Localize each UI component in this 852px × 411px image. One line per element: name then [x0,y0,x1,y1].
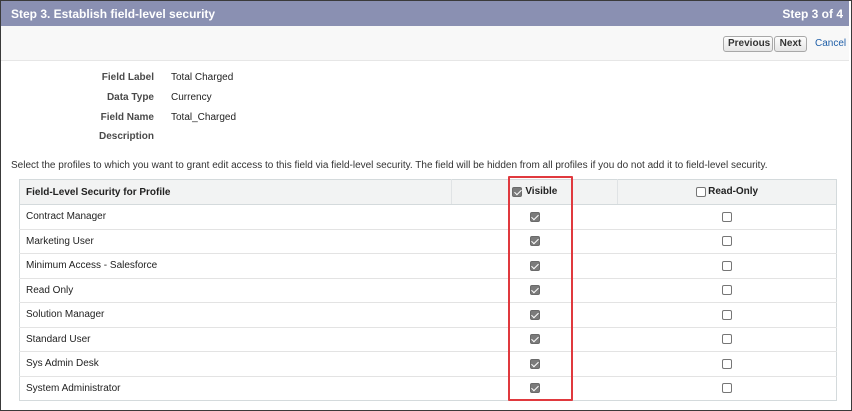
read-only-column-header: Read-Only [617,179,837,205]
profile-name: Contract Manager [19,204,452,230]
data-type-row: Data Type Currency [0,92,400,106]
field-name-value: Total_Charged [171,112,237,123]
read-only-cell [617,302,837,328]
next-button[interactable]: Next [774,36,807,52]
page-title: Step 3. Establish field-level security [11,7,216,21]
visible-column-label: Visible [525,186,558,198]
read-only-column-label: Read-Only [708,186,759,198]
profile-name: Marketing User [19,229,452,254]
field-label-label: Field Label [101,72,154,83]
table-row: Read Only [19,278,837,303]
previous-button[interactable]: Previous [723,36,773,52]
visible-checkbox[interactable] [529,383,540,394]
table-row: Sys Admin Desk [19,351,837,377]
visible-cell [451,278,618,303]
table-header-row: Field-Level Security for Profile Visible… [19,179,837,205]
table-row: Marketing User [19,229,837,254]
visible-cell [451,302,618,328]
field-name-label: Field Name [100,112,154,123]
read-only-cell [617,204,837,230]
read-only-checkbox[interactable] [721,260,732,271]
visible-checkbox[interactable] [529,211,540,222]
profile-name: Sys Admin Desk [19,351,452,377]
visible-checkbox[interactable] [529,260,540,271]
description-label: Description [98,131,154,142]
profile-name: Read Only [19,278,452,303]
visible-cell [451,229,618,254]
read-only-cell [617,229,837,254]
description-row: Description [0,131,400,145]
table-row: System Administrator [20,376,837,401]
data-type-label: Data Type [106,92,154,103]
visible-checkbox[interactable] [529,236,540,247]
read-only-cell [617,278,837,303]
read-only-cell [617,327,837,352]
field-label-row: Field Label Total Charged [0,72,400,86]
read-only-cell [617,351,837,377]
read-only-checkbox[interactable] [721,358,732,369]
read-only-checkbox[interactable] [721,334,732,345]
cancel-link[interactable]: Cancel [815,38,846,49]
read-only-checkbox[interactable] [721,285,732,296]
visible-checkbox[interactable] [529,334,540,345]
wizard-header: Step 3. Establish field-level security S… [1,1,849,26]
visible-cell [451,327,618,352]
step-indicator: Step 3 of 4 [782,7,843,21]
profile-name: Solution Manager [19,302,452,328]
visible-cell [452,376,618,401]
field-label-value: Total Charged [171,72,234,83]
field-level-security-table: Field-Level Security for Profile Visible… [19,179,837,401]
read-only-checkbox[interactable] [721,236,732,247]
read-only-cell [617,253,837,279]
visible-column-header: Visible [451,179,619,205]
read-only-checkbox[interactable] [721,383,732,394]
visible-checkbox[interactable] [529,309,540,320]
field-name-row: Field Name Total_Charged [0,112,400,126]
read-only-select-all-checkbox[interactable] [696,186,707,197]
data-type-value: Currency [171,92,212,103]
table-row: Minimum Access - Salesforce [19,253,837,279]
table-row: Standard User [19,327,837,352]
visible-select-all-checkbox[interactable] [512,186,523,197]
read-only-cell [618,376,837,401]
instructions-text: Select the profiles to which you want to… [11,160,768,171]
profile-column-header: Field-Level Security for Profile [19,179,453,205]
visible-cell [451,351,618,377]
read-only-checkbox[interactable] [721,309,732,320]
profile-name: Minimum Access - Salesforce [19,253,452,279]
button-bar: Previous Next Cancel [1,26,849,61]
visible-checkbox[interactable] [529,285,540,296]
table-row: Solution Manager [19,302,837,328]
visible-cell [451,253,618,279]
profile-name: System Administrator [26,382,121,394]
table-row: Contract Manager [19,204,837,230]
visible-cell [451,204,618,230]
profile-name: Standard User [19,327,452,352]
read-only-checkbox[interactable] [721,211,732,222]
visible-checkbox[interactable] [529,358,540,369]
